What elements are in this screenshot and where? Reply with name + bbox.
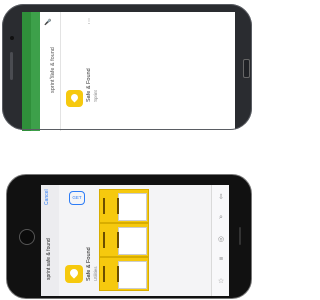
screenshot-strip[interactable] (99, 189, 149, 291)
screenshot-thumbnail[interactable] (99, 223, 149, 257)
screenshot-content (118, 193, 147, 221)
safe-found-app-icon[interactable] (66, 90, 83, 107)
front-camera (10, 36, 14, 40)
iphone-body: sprint safe & found Cancel Safe & Found … (6, 174, 252, 299)
status-bar (22, 12, 31, 131)
decor (103, 232, 119, 248)
screenshot-content (118, 261, 147, 289)
cancel-button[interactable]: Cancel (44, 189, 50, 205)
decor (103, 198, 119, 214)
earpiece-speaker (10, 52, 13, 80)
tab-updates-icon[interactable]: ⇩ (216, 193, 226, 201)
screenshot-content (118, 227, 147, 255)
mic-icon[interactable]: 🎤 (44, 19, 51, 26)
get-button[interactable]: GET (69, 191, 85, 205)
android-phone-body: ← 🎤 sprint safe & found Safe & Found Spr… (2, 4, 252, 131)
tab-bar: ⇩ ⌕ ◎ ≡ ☆ (211, 185, 229, 296)
search-input[interactable]: sprint safe & found (46, 238, 52, 280)
app-store-search-bar[interactable]: sprint safe & found Cancel (41, 185, 59, 296)
app-title[interactable]: Safe & Found (86, 68, 92, 102)
tab-top-charts-icon[interactable]: ≡ (216, 256, 226, 263)
tab-featured-icon[interactable]: ☆ (216, 277, 226, 285)
decor (103, 266, 119, 282)
more-vert-icon[interactable]: ⋮ (86, 18, 92, 25)
back-arrow-icon[interactable]: ← (45, 73, 54, 81)
iphone-screen: sprint safe & found Cancel Safe & Found … (41, 185, 229, 296)
screenshot-thumbnail[interactable] (99, 257, 149, 291)
home-button[interactable] (243, 59, 250, 78)
app-title[interactable]: Safe & Found (86, 247, 92, 281)
tab-search-icon[interactable]: ⌕ (216, 214, 226, 222)
play-store-app-bar (31, 12, 40, 131)
screenshot-thumbnail[interactable] (99, 189, 149, 223)
tab-explore-icon[interactable]: ◎ (216, 235, 226, 243)
app-publisher: Sprint (93, 90, 98, 102)
app-category: Utilities (93, 266, 98, 281)
android-screen: ← 🎤 sprint safe & found Safe & Found Spr… (22, 12, 235, 131)
home-button[interactable] (19, 229, 35, 245)
search-input[interactable]: sprint safe & found (50, 47, 56, 93)
earpiece-speaker (239, 227, 241, 245)
android-phone: ← 🎤 sprint safe & found Safe & Found Spr… (0, 0, 255, 131)
safe-found-app-icon[interactable] (65, 265, 83, 283)
divider (60, 12, 61, 131)
iphone: sprint safe & found Cancel Safe & Found … (0, 170, 255, 300)
